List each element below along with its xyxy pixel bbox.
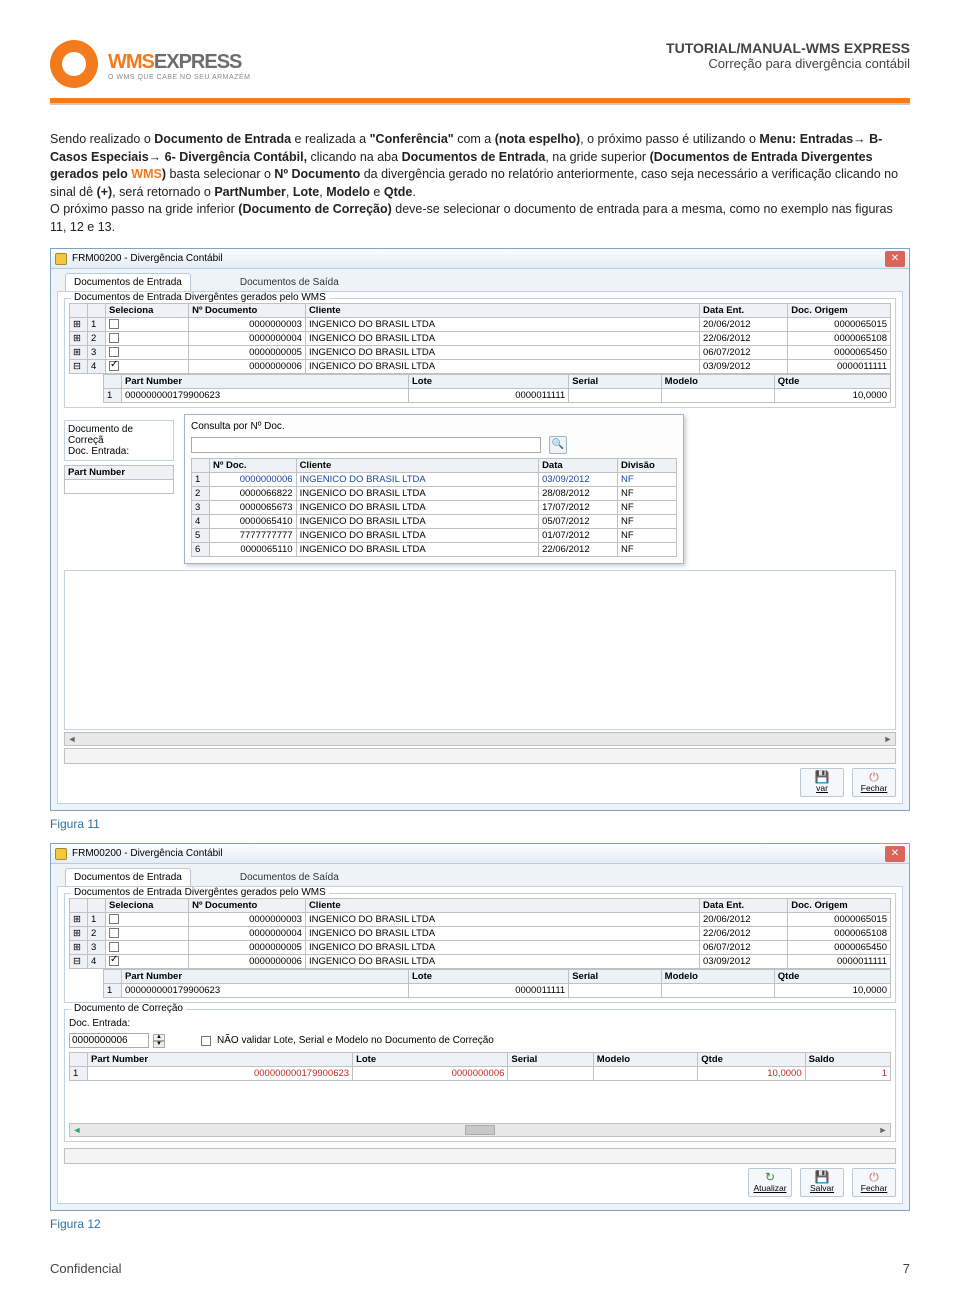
search-icon[interactable]: 🔍 — [549, 436, 567, 454]
salvar-button[interactable]: 💾Salvar — [800, 1168, 844, 1197]
grid-sub[interactable]: Part NumberLoteSerialModeloQtde 10000000… — [103, 969, 891, 998]
tab-entrada[interactable]: Documentos de Entrada — [65, 273, 191, 291]
checkbox[interactable] — [109, 956, 119, 966]
table-row: 1000000000179900623000000000610,00001 — [70, 1067, 891, 1081]
checkbox[interactable] — [109, 319, 119, 329]
salvar-button-partial[interactable]: 💾var — [800, 768, 844, 797]
app-icon — [55, 253, 67, 265]
table-row: ⊞20000000004INGENICO DO BRASIL LTDA22/06… — [70, 927, 891, 941]
tab-strip: Documentos de Entrada Documentos de Saíd… — [51, 864, 909, 886]
table-row: ⊞10000000003INGENICO DO BRASIL LTDA20/06… — [70, 318, 891, 332]
table-row: 60000065110INGENICO DO BRASIL LTDA22/06/… — [192, 543, 677, 557]
figure-label-12: Figura 12 — [50, 1217, 910, 1231]
table-row: ⊟40000000006INGENICO DO BRASIL LTDA03/09… — [70, 955, 891, 969]
blank-grid-area — [64, 570, 896, 730]
doc-entrada-input[interactable] — [69, 1033, 149, 1048]
grid-correcao[interactable]: Part NumberLoteSerialModeloQtdeSaldo 100… — [69, 1052, 891, 1081]
table-row: 20000066822INGENICO DO BRASIL LTDA28/08/… — [192, 487, 677, 501]
tab-saida[interactable]: Documentos de Saída — [231, 273, 348, 291]
expand-icon[interactable]: ⊞ — [70, 318, 88, 332]
table-row: ⊟40000000006INGENICO DO BRASIL LTDA03/09… — [70, 360, 891, 374]
figure-label-11: Figura 11 — [50, 817, 910, 831]
table-row: 30000065673INGENICO DO BRASIL LTDA17/07/… — [192, 501, 677, 515]
body-paragraph: Sendo realizado o Documento de Entrada e… — [50, 131, 910, 236]
search-input[interactable] — [191, 437, 541, 453]
group-correcao: Documento de Correção Doc. Entrada: ▲▼ N… — [64, 1009, 896, 1142]
logo-text: WMSEXPRESS — [108, 51, 250, 74]
lookup-popup: Consulta por Nº Doc. 🔍 Nº Doc.ClienteDat… — [184, 414, 684, 564]
collapse-icon[interactable]: ⊟ — [70, 955, 88, 969]
header-subtitle: Correção para divergência contábil — [666, 56, 910, 71]
checkbox[interactable] — [109, 928, 119, 938]
close-icon[interactable]: ✕ — [885, 846, 905, 862]
page-footer: Confidencial 7 — [50, 1261, 910, 1276]
expand-icon[interactable]: ⊞ — [70, 346, 88, 360]
horizontal-scrollbar[interactable]: ◄► — [64, 732, 896, 746]
app-window-fig11: FRM00200 - Divergência Contábil ✕ Docume… — [50, 248, 910, 811]
popup-label: Consulta por Nº Doc. — [191, 421, 285, 432]
nao-validar-checkbox[interactable] — [201, 1036, 211, 1046]
table-row: 10000000006INGENICO DO BRASIL LTDA03/09/… — [192, 473, 677, 487]
table-row: 1000000000179900623000001111110,0000 — [104, 389, 891, 403]
app-window-fig12: FRM00200 - Divergência Contábil ✕ Docume… — [50, 843, 910, 1211]
table-row: ⊞10000000003INGENICO DO BRASIL LTDA20/06… — [70, 913, 891, 927]
atualizar-button[interactable]: ↻Atualizar — [748, 1168, 792, 1197]
checkbox[interactable] — [109, 347, 119, 357]
checkbox[interactable] — [109, 942, 119, 952]
group-divergentes: Documentos de Entrada Divergêntes gerado… — [64, 893, 896, 1003]
expand-icon[interactable]: ⊞ — [70, 913, 88, 927]
status-bar — [64, 1148, 896, 1164]
table-row: 1000000000179900623000001111110,0000 — [104, 984, 891, 998]
table-row: 57777777777INGENICO DO BRASIL LTDA01/07/… — [192, 529, 677, 543]
status-bar — [64, 748, 896, 764]
footer-page-number: 7 — [903, 1261, 910, 1276]
checkbox[interactable] — [109, 333, 119, 343]
header-title: TUTORIAL/MANUAL-WMS EXPRESS — [666, 40, 910, 56]
logo: WMSEXPRESS O WMS QUE CABE NO SEU ARMAZÉM — [50, 40, 250, 92]
tab-saida[interactable]: Documentos de Saída — [231, 868, 348, 886]
popup-area: Documento de Correçã Doc. Entrada: Part … — [64, 414, 896, 564]
horizontal-scrollbar[interactable]: ◄► — [69, 1123, 891, 1137]
spinner[interactable]: ▲▼ — [153, 1034, 165, 1048]
table-row: ⊞30000000005INGENICO DO BRASIL LTDA06/07… — [70, 941, 891, 955]
page-header: WMSEXPRESS O WMS QUE CABE NO SEU ARMAZÉM… — [50, 40, 910, 92]
grid-top[interactable]: SelecionaNº DocumentoClienteData Ent.Doc… — [69, 898, 891, 969]
footer-left: Confidencial — [50, 1261, 122, 1276]
checkbox[interactable] — [109, 361, 119, 371]
expand-icon[interactable]: ⊞ — [70, 927, 88, 941]
collapse-icon[interactable]: ⊟ — [70, 360, 88, 374]
group-title: Documentos de Entrada Divergêntes gerado… — [71, 292, 329, 303]
titlebar[interactable]: FRM00200 - Divergência Contábil ✕ — [51, 844, 909, 864]
window-title: FRM00200 - Divergência Contábil — [72, 253, 223, 264]
divider-gray — [50, 103, 910, 105]
side-labels: Documento de Correçã Doc. Entrada: Part … — [64, 420, 174, 494]
table-row: 40000065410INGENICO DO BRASIL LTDA05/07/… — [192, 515, 677, 529]
table-row: ⊞20000000004INGENICO DO BRASIL LTDA22/06… — [70, 332, 891, 346]
nao-validar-label: NÃO validar Lote, Serial e Modelo no Doc… — [217, 1035, 494, 1046]
expand-icon[interactable]: ⊞ — [70, 332, 88, 346]
popup-grid[interactable]: Nº Doc.ClienteDataDivisão 10000000006ING… — [191, 458, 677, 557]
expand-icon[interactable]: ⊞ — [70, 941, 88, 955]
fechar-button[interactable]: ⏻Fechar — [852, 768, 896, 797]
logo-tagline: O WMS QUE CABE NO SEU ARMAZÉM — [108, 74, 250, 81]
table-row: ⊞30000000005INGENICO DO BRASIL LTDA06/07… — [70, 346, 891, 360]
tab-strip: Documentos de Entrada Documentos de Saíd… — [51, 269, 909, 291]
doc-entrada-label: Doc. Entrada: — [69, 1018, 130, 1029]
gear-icon — [50, 40, 102, 92]
grid-sub[interactable]: Part NumberLoteSerialModeloQtde 10000000… — [103, 374, 891, 403]
titlebar[interactable]: FRM00200 - Divergência Contábil ✕ — [51, 249, 909, 269]
tab-entrada[interactable]: Documentos de Entrada — [65, 868, 191, 886]
app-icon — [55, 848, 67, 860]
grid-top-header: Seleciona Nº Documento Cliente Data Ent.… — [70, 304, 891, 318]
group-divergentes: Documentos de Entrada Divergêntes gerado… — [64, 298, 896, 408]
close-icon[interactable]: ✕ — [885, 251, 905, 267]
window-title: FRM00200 - Divergência Contábil — [72, 848, 223, 859]
grid-top[interactable]: Seleciona Nº Documento Cliente Data Ent.… — [69, 303, 891, 374]
checkbox[interactable] — [109, 914, 119, 924]
fechar-button[interactable]: ⏻Fechar — [852, 1168, 896, 1197]
